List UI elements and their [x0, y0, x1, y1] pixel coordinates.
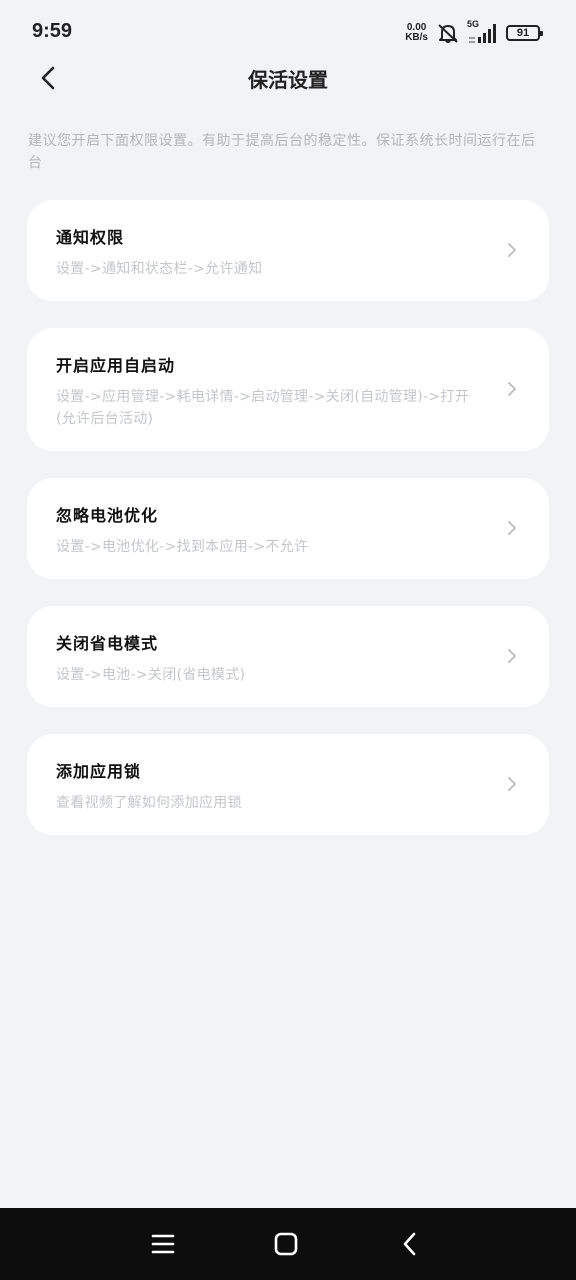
status-bar: 9:59 0.00 KB/s 5G 91: [0, 0, 576, 64]
chevron-right-icon: [505, 379, 519, 399]
home-button[interactable]: [270, 1228, 302, 1260]
setting-item-app-lock[interactable]: 添加应用锁 查看视频了解如何添加应用锁: [27, 734, 549, 835]
setting-item-auto-start[interactable]: 开启应用自启动 设置->应用管理->耗电详情->启动管理->关闭(自动管理)->…: [27, 328, 549, 451]
setting-item-subtitle: 查看视频了解如何添加应用锁: [56, 795, 242, 811]
setting-item-title: 通知权限: [56, 228, 125, 247]
setting-item-title: 关闭省电模式: [56, 634, 159, 653]
chevron-right-icon: [505, 646, 519, 666]
back-icon: [403, 1232, 416, 1256]
menu-icon: [151, 1234, 175, 1254]
description-text: 建议您开启下面权限设置。有助于提高后台的稳定性。保证系统长时间运行在后台: [28, 133, 536, 171]
setting-item-subtitle: 设置->应用管理->耗电详情->启动管理->关闭(自动管理)->打开(允许后台活…: [56, 389, 470, 427]
page-title: 保活设置: [248, 68, 328, 92]
screen: 9:59 0.00 KB/s 5G 91 保活设置 建议您开启下面权限设置。有助…: [0, 0, 576, 1280]
system-navbar: [0, 1208, 576, 1280]
network-type: 5G: [467, 19, 480, 29]
net-speed-unit: KB/s: [405, 32, 428, 43]
signal-icon: 5G: [467, 19, 498, 45]
nav-back-button[interactable]: [394, 1228, 426, 1260]
setting-item-subtitle: 设置->电池优化->找到本应用->不允许: [56, 539, 309, 555]
battery-level: 91: [516, 27, 530, 39]
setting-item-power-saving[interactable]: 关闭省电模式 设置->电池->关闭(省电模式): [27, 606, 549, 707]
battery-icon: 91: [506, 25, 543, 41]
status-icons: 0.00 KB/s 5G 91: [405, 19, 543, 46]
setting-item-notification-permission[interactable]: 通知权限 设置->通知和状态栏->允许通知: [27, 200, 549, 301]
setting-item-subtitle: 设置->通知和状态栏->允许通知: [56, 261, 263, 277]
chevron-right-icon: [505, 774, 519, 794]
chevron-right-icon: [505, 240, 519, 260]
status-time: 9:59: [32, 20, 73, 42]
header: 保活设置: [0, 56, 576, 100]
setting-item-title: 添加应用锁: [56, 762, 142, 781]
setting-item-subtitle: 设置->电池->关闭(省电模式): [56, 667, 246, 683]
setting-item-title: 开启应用自启动: [56, 356, 176, 375]
menu-button[interactable]: [147, 1228, 179, 1260]
chevron-right-icon: [505, 518, 519, 538]
home-icon: [274, 1232, 298, 1256]
net-speed: 0.00 KB/s: [405, 23, 428, 43]
setting-item-title: 忽略电池优化: [56, 506, 159, 525]
setting-item-battery-optimization[interactable]: 忽略电池优化 设置->电池优化->找到本应用->不允许: [27, 478, 549, 579]
mute-icon: [436, 22, 460, 44]
